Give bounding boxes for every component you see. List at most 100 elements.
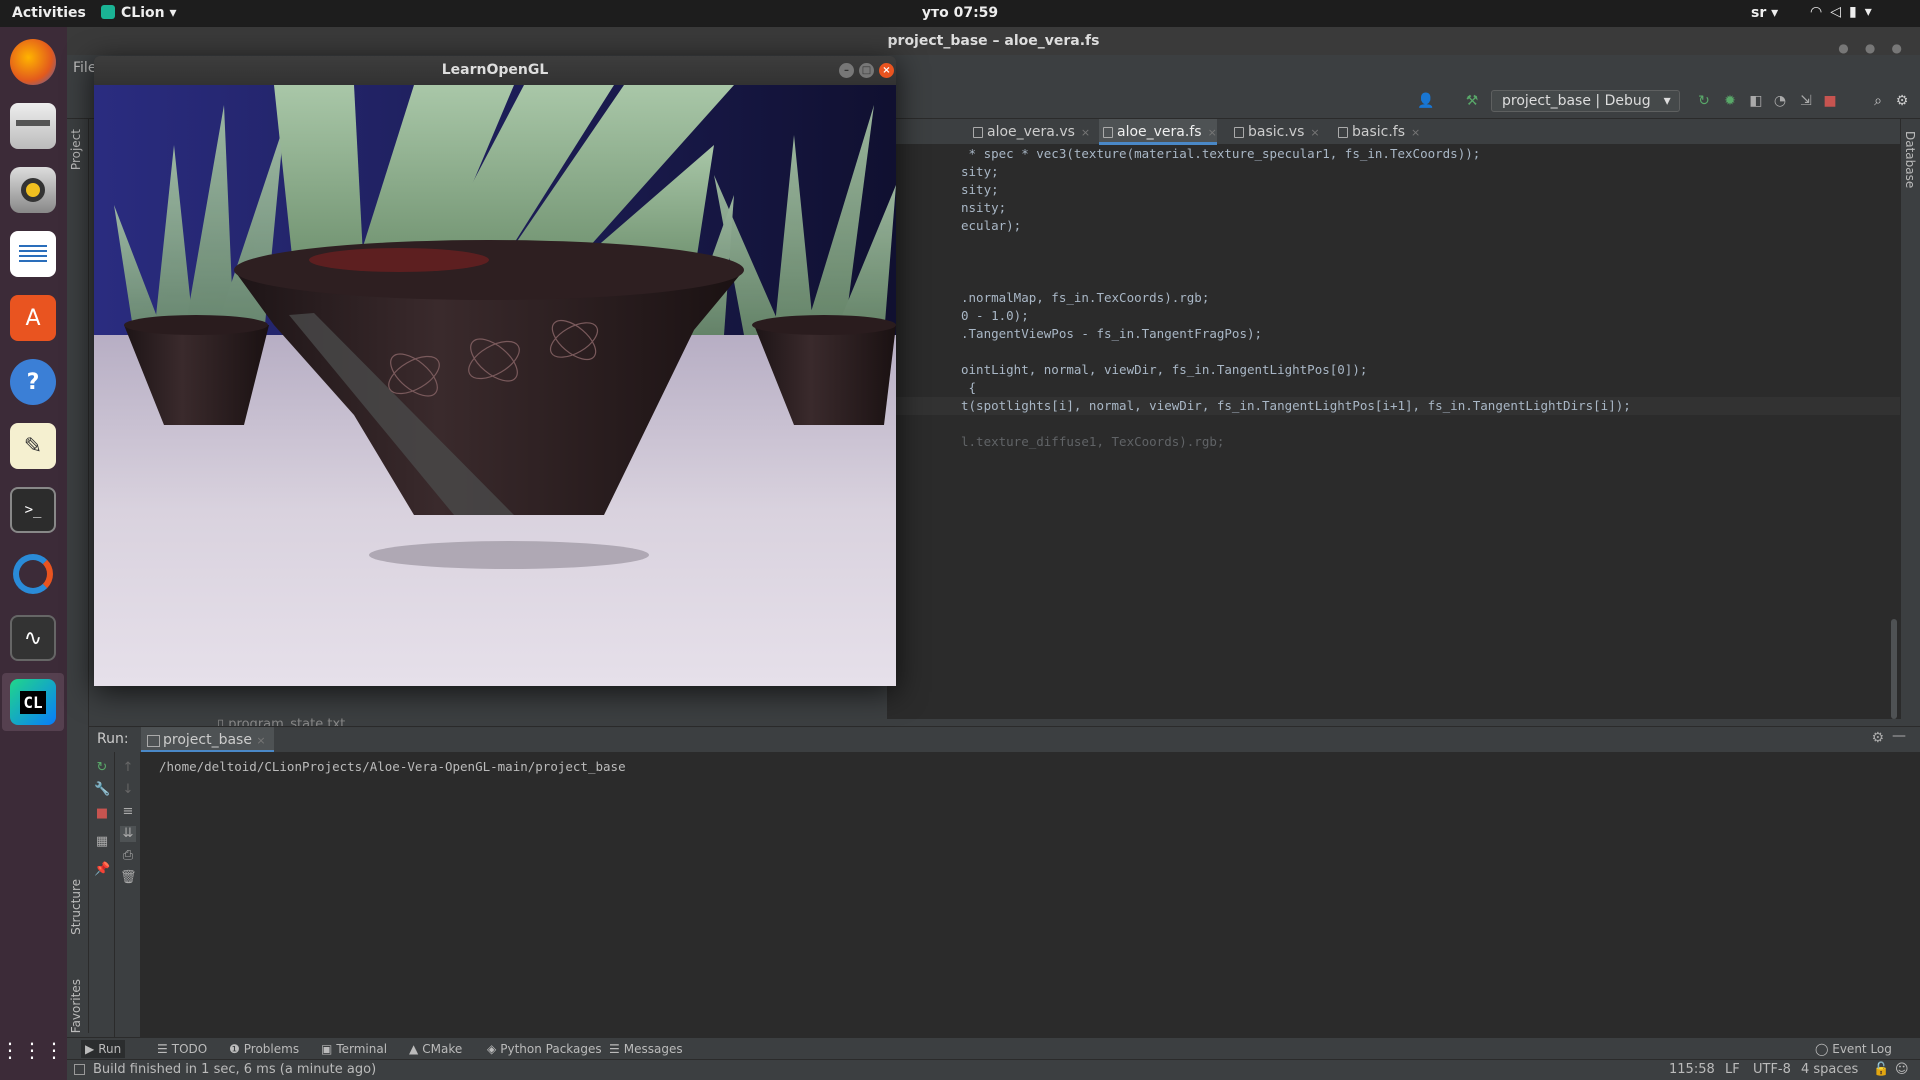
database-tool-button[interactable]: Database: [1903, 131, 1917, 188]
editor-tabs: aloe_vera.vs × aloe_vera.fs × basic.vs × basic…: [887, 119, 1900, 145]
code-line[interactable]: sity;: [961, 163, 999, 181]
scroll-to-end-icon[interactable]: ⇊: [120, 826, 136, 842]
stop-icon[interactable]: ■: [94, 806, 110, 822]
line-separator[interactable]: LF: [1725, 1062, 1740, 1077]
search-icon[interactable]: ⌕: [1869, 92, 1887, 110]
run-tab-project-base[interactable]: project_base ×: [141, 727, 274, 753]
clion-dock-icon[interactable]: CL: [10, 679, 56, 725]
system-monitor-icon[interactable]: ∿: [10, 615, 56, 661]
trash-icon[interactable]: 🗑: [120, 870, 137, 886]
show-applications-icon[interactable]: ⋮⋮⋮: [0, 1027, 64, 1073]
code-line[interactable]: ointLight, normal, viewDir, fs_in.Tangen…: [961, 361, 1367, 379]
tab-basic-vs[interactable]: basic.vs ×: [1230, 119, 1320, 145]
clock[interactable]: уто 07:59: [922, 5, 998, 21]
layout-icon[interactable]: ▦: [94, 834, 110, 850]
favorites-tool-button[interactable]: Favorites: [69, 979, 83, 1033]
rerun-icon[interactable]: ↻: [1695, 92, 1713, 110]
tool-button-problems[interactable]: ❶ Problems: [229, 1042, 299, 1056]
close-icon[interactable]: ×: [1411, 126, 1420, 139]
code-line[interactable]: l.texture_diffuse1, TexCoords).rgb;: [961, 433, 1224, 451]
settings-icon[interactable]: ⚙: [1893, 92, 1911, 110]
code-line[interactable]: .normalMap, fs_in.TexCoords).rgb;: [961, 289, 1209, 307]
tool-button-cmake[interactable]: ▲ CMake: [409, 1042, 462, 1056]
tab-basic-fs[interactable]: basic.fs ×: [1334, 119, 1420, 145]
soft-wrap-icon[interactable]: ≡: [120, 804, 136, 820]
code-line[interactable]: * spec * vec3(texture(material.texture_s…: [961, 145, 1481, 163]
profile-icon[interactable]: ◔: [1771, 92, 1789, 110]
lock-icon[interactable]: 🔓: [1873, 1062, 1889, 1077]
build-icon[interactable]: ⚒: [1463, 92, 1481, 110]
tool-button-todo[interactable]: ☰ TODO: [157, 1042, 207, 1056]
close-icon[interactable]: ×: [1310, 126, 1319, 139]
structure-tool-button[interactable]: Structure: [69, 879, 83, 935]
files-icon[interactable]: [10, 103, 56, 149]
code-line[interactable]: {: [961, 379, 977, 397]
tool-button-messages[interactable]: ☰ Messages: [609, 1042, 683, 1056]
libreoffice-writer-icon[interactable]: [10, 231, 56, 277]
gl-window-titlebar[interactable]: LearnOpenGL – □ ×: [94, 56, 896, 85]
maximize-button[interactable]: □: [859, 63, 874, 78]
tool-windows-icon[interactable]: [74, 1064, 85, 1075]
activities-button[interactable]: Activities: [12, 5, 86, 21]
tool-button-terminal[interactable]: ▣ Terminal: [321, 1042, 387, 1056]
learnopengl-window[interactable]: LearnOpenGL – □ ×: [94, 56, 896, 686]
file-encoding[interactable]: UTF-8: [1753, 1062, 1791, 1077]
tab-label: aloe_vera.fs: [1117, 124, 1202, 140]
close-icon[interactable]: ×: [256, 734, 265, 747]
close-icon[interactable]: ×: [1081, 126, 1090, 139]
down-arrow-icon[interactable]: ↓: [120, 782, 136, 798]
tool-label: Problems: [243, 1042, 300, 1056]
project-tool-button[interactable]: Project: [69, 129, 83, 170]
run-configuration-select[interactable]: project_base | Debug: [1491, 90, 1680, 112]
terminal-icon[interactable]: >_: [10, 487, 56, 533]
tab-aloe_vera-fs[interactable]: aloe_vera.fs ×: [1099, 119, 1217, 145]
tool-icon: ◈: [487, 1042, 497, 1056]
menu-file[interactable]: File: [73, 60, 96, 76]
pin-icon[interactable]: 📌: [94, 862, 110, 878]
firefox-icon[interactable]: [10, 39, 56, 85]
rerun-icon[interactable]: ↻: [94, 760, 110, 776]
code-line[interactable]: .TangentViewPos - fs_in.TangentFragPos);: [961, 325, 1262, 343]
close-button[interactable]: ×: [879, 63, 894, 78]
text-editor-icon[interactable]: ✎: [10, 423, 56, 469]
run-settings-icon[interactable]: ⚙: [1871, 730, 1884, 746]
indent-setting[interactable]: 4 spaces: [1801, 1062, 1858, 1077]
tab-aloe_vera-vs[interactable]: aloe_vera.vs ×: [969, 119, 1090, 145]
tool-button-run[interactable]: ▶ Run: [81, 1040, 126, 1058]
code-line[interactable]: 0 - 1.0);: [961, 307, 1029, 325]
minimize-icon[interactable]: —: [1892, 728, 1906, 744]
keyboard-layout[interactable]: sr ▾: [1751, 5, 1778, 21]
debug-icon[interactable]: ✹: [1721, 92, 1739, 110]
code-line[interactable]: nsity;: [961, 199, 1006, 217]
window-title: project_base – aloe_vera.fs: [887, 33, 1100, 49]
tool-button-python-packages[interactable]: ◈ Python Packages: [487, 1042, 602, 1056]
tool-label: CMake: [422, 1042, 463, 1056]
console-output[interactable]: /home/deltoid/CLionProjects/Aloe-Vera-Op…: [159, 759, 626, 774]
code-line[interactable]: sity;: [961, 181, 999, 199]
minimize-button[interactable]: –: [839, 63, 854, 78]
help-icon[interactable]: ?: [10, 359, 56, 405]
code-line[interactable]: ecular);: [961, 217, 1021, 235]
attach-icon[interactable]: ⇲: [1797, 92, 1815, 110]
user-icon[interactable]: 👤: [1417, 92, 1435, 110]
code-line[interactable]: t(spotlights[i], normal, viewDir, fs_in.…: [887, 397, 1900, 415]
status-message[interactable]: Build finished in 1 sec, 6 ms (a minute …: [93, 1062, 376, 1077]
tool-label: Run: [98, 1042, 122, 1056]
updater-icon[interactable]: [10, 551, 56, 597]
editor-scrollbar[interactable]: [1891, 619, 1897, 719]
rhythmbox-icon[interactable]: [10, 167, 56, 213]
code-editor[interactable]: * spec * vec3(texture(material.texture_s…: [887, 145, 1900, 719]
inspector-icon[interactable]: ☺: [1895, 1062, 1909, 1077]
print-icon[interactable]: ⎙: [120, 848, 136, 864]
event-log-button[interactable]: ◯ Event Log: [1815, 1042, 1892, 1056]
main-pot-rim: [234, 240, 744, 300]
caret-position[interactable]: 115:58: [1669, 1062, 1715, 1077]
software-center-icon[interactable]: A: [10, 295, 56, 341]
stop-icon[interactable]: ■: [1821, 92, 1839, 110]
coverage-icon[interactable]: ◧: [1747, 92, 1765, 110]
app-menu[interactable]: CLion ▾: [101, 5, 177, 21]
up-arrow-icon[interactable]: ↑: [120, 760, 136, 776]
close-icon[interactable]: ×: [1208, 126, 1217, 139]
wrench-icon[interactable]: 🔧: [94, 782, 110, 798]
system-tray[interactable]: ◠◁▮▾: [1810, 4, 1880, 20]
